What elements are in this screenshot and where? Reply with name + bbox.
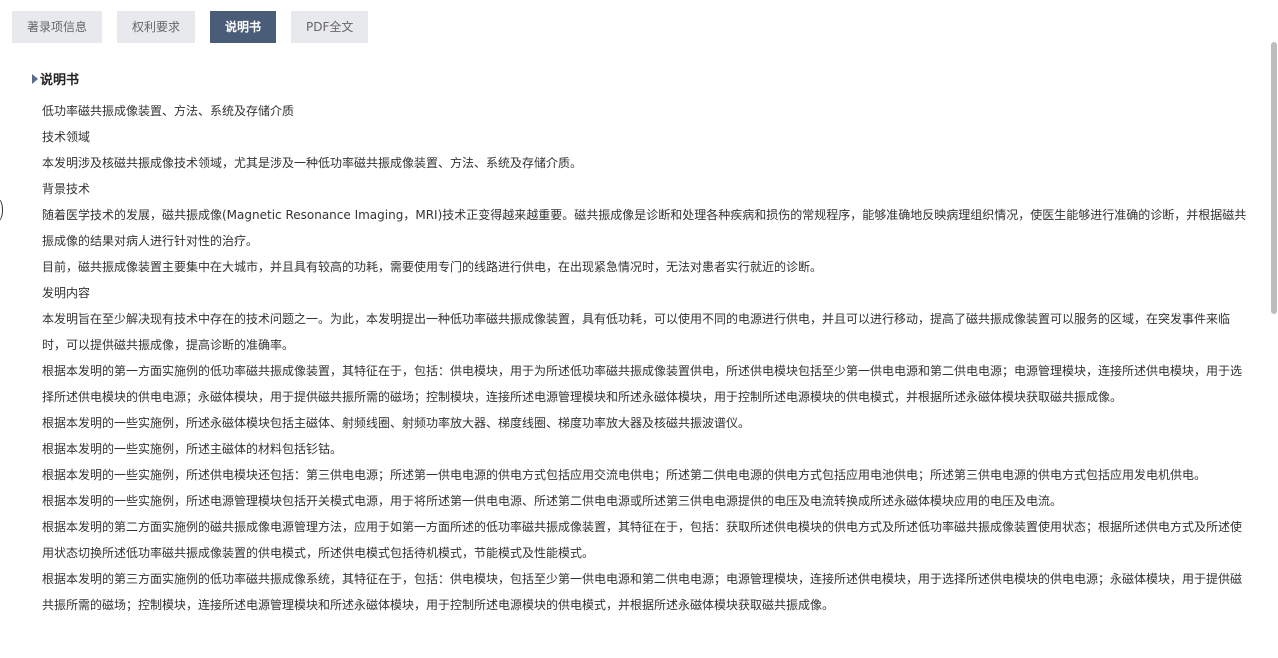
paragraph: 目前，磁共振成像装置主要集中在大城市，并且具有较高的功耗，需要使用专门的线路进行… <box>42 260 823 274</box>
tab-pdf-fulltext[interactable]: PDF全文 <box>291 11 369 43</box>
paragraph-heading: 发明内容 <box>42 286 91 300</box>
patent-detail-page: 著录项信息 权利要求 说明书 PDF全文 说明书 低功率磁共振成像装置、方法、系… <box>0 0 1278 658</box>
paragraph: 本发明涉及核磁共振成像技术领域，尤其是涉及一种低功率磁共振成像装置、方法、系统及… <box>42 156 583 170</box>
paragraph: 根据本发明的一些实施例，所述主磁体的材料包括钐钴。 <box>42 442 343 456</box>
tab-claims[interactable]: 权利要求 <box>117 11 196 43</box>
paragraph-heading: 背景技术 <box>42 182 91 196</box>
side-handle[interactable] <box>0 199 3 221</box>
paragraph: 根据本发明的第三方面实施例的低功率磁共振成像系统，其特征在于，包括：供电模块，包… <box>42 572 1243 612</box>
paragraph: 根据本发明的一些实施例，所述供电模块还包括：第三供电电源；所述第一供电电源的供电… <box>42 468 1207 482</box>
paragraph: 根据本发明的一些实施例，所述永磁体模块包括主磁体、射频线圈、射频功率放大器、梯度… <box>42 416 751 430</box>
scrollbar-thumb[interactable] <box>1271 42 1277 314</box>
paragraph-heading: 技术领域 <box>42 130 91 144</box>
paragraph-title: 低功率磁共振成像装置、方法、系统及存储介质 <box>42 104 295 118</box>
paragraph: 根据本发明的第一方面实施例的低功率磁共振成像装置，其特征在于，包括：供电模块，用… <box>42 364 1243 404</box>
tab-description[interactable]: 说明书 <box>210 11 277 43</box>
paragraph: 根据本发明的第二方面实施例的磁共振成像电源管理方法，应用于如第一方面所述的低功率… <box>42 520 1243 560</box>
paragraph: 根据本发明的一些实施例，所述电源管理模块包括开关模式电源，用于将所述第一供电电源… <box>42 494 1063 508</box>
tab-bibliographic-info[interactable]: 著录项信息 <box>12 11 103 43</box>
section-header[interactable]: 说明书 <box>32 69 79 88</box>
section-title: 说明书 <box>40 73 80 88</box>
description-content: 低功率磁共振成像装置、方法、系统及存储介质 技术领域 本发明涉及核磁共振成像技术… <box>42 98 1248 618</box>
tab-bar: 著录项信息 权利要求 说明书 PDF全文 <box>12 11 383 43</box>
caret-right-icon <box>32 73 38 84</box>
paragraph: 本发明旨在至少解决现有技术中存在的技术问题之一。为此，本发明提出一种低功率磁共振… <box>42 312 1231 352</box>
paragraph: 随着医学技术的发展，磁共振成像(Magnetic Resonance Imagi… <box>42 208 1247 248</box>
